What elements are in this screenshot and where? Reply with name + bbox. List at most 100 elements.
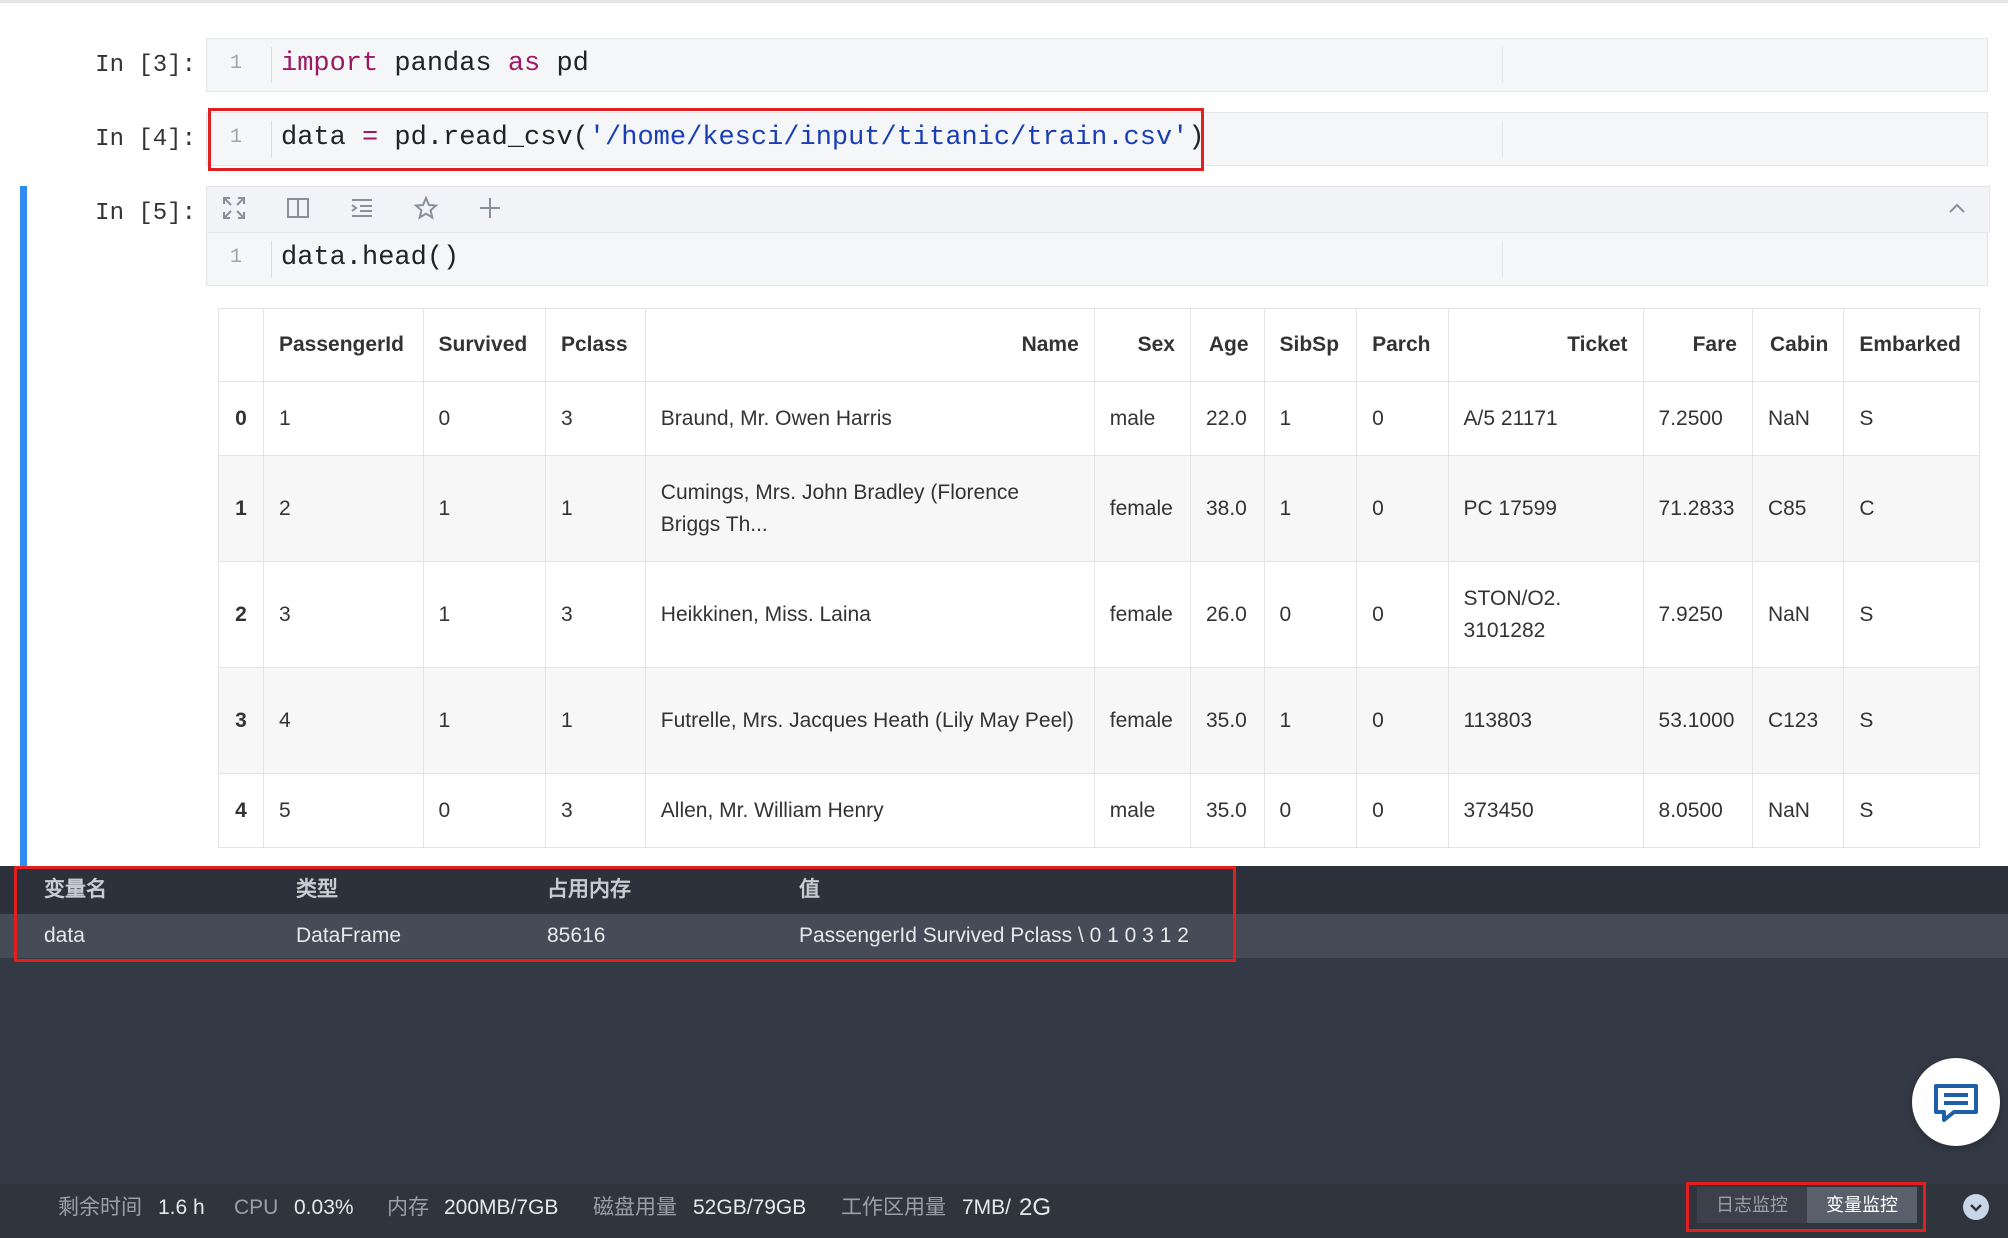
cell-toolbar — [206, 186, 1990, 233]
cell-prompt: In [5]: — [95, 200, 196, 227]
remaining-time-value: 1.6 h — [158, 1196, 205, 1219]
table-cell: 38.0 — [1189, 455, 1265, 562]
table-cell: 7.2500 — [1642, 381, 1753, 456]
column-header: Age — [1189, 308, 1265, 382]
code-module: pandas — [378, 49, 508, 79]
table-cell: 1 — [422, 667, 546, 774]
disk-value: 52GB/79GB — [693, 1196, 807, 1219]
table-cell: NaN — [1751, 381, 1845, 456]
line-number: 1 — [229, 52, 242, 75]
table-cell: 26.0 — [1189, 561, 1265, 668]
keyword-import: import — [281, 49, 379, 79]
table-cell: S — [1843, 561, 1980, 668]
table-cell: 0 — [422, 381, 546, 456]
table-cell: 3 — [263, 561, 424, 668]
table-cell: 5 — [263, 773, 424, 848]
memory-value: 200MB/7GB — [444, 1196, 559, 1219]
column-header: Cabin — [1751, 308, 1845, 382]
table-cell: 7.9250 — [1642, 561, 1753, 668]
row-index: 4 — [218, 773, 264, 848]
code-line[interactable]: import pandas as pd — [281, 49, 589, 79]
split-view-icon[interactable] — [283, 195, 313, 225]
column-header: Survived — [422, 308, 546, 382]
gutter-divider — [271, 241, 272, 277]
table-cell: 0 — [422, 773, 546, 848]
table-cell: S — [1843, 667, 1980, 774]
table-cell: 2 — [263, 455, 424, 562]
table-cell: 1 — [422, 561, 546, 668]
table-row: 0 1 0 3 Braund, Mr. Owen Harris male 22.… — [218, 381, 1980, 456]
table-cell: Cumings, Mrs. John Bradley (Florence Bri… — [644, 455, 1095, 562]
chat-button[interactable] — [1912, 1058, 2000, 1146]
table-cell: S — [1843, 773, 1980, 848]
star-icon[interactable] — [411, 195, 441, 225]
editor-ruler — [1502, 241, 1503, 277]
table-cell: PC 17599 — [1447, 455, 1644, 562]
table-cell: 1 — [422, 455, 546, 562]
highlight-monitor-tabs — [1686, 1182, 1926, 1232]
plus-icon[interactable] — [475, 195, 505, 225]
column-header: Fare — [1642, 308, 1753, 382]
table-cell: 22.0 — [1189, 381, 1265, 456]
cell-prompt: In [3]: — [95, 52, 196, 79]
table-header-row: PassengerId Survived Pclass Name Sex Age… — [218, 308, 1980, 382]
table-cell: 1 — [544, 667, 646, 774]
indent-icon[interactable] — [347, 195, 377, 225]
chevron-down-icon[interactable] — [1963, 1194, 1989, 1220]
code-editor[interactable]: 1 data.head() — [206, 232, 1988, 286]
row-index: 3 — [218, 667, 264, 774]
table-cell: 3 — [544, 773, 646, 848]
table-cell: female — [1093, 667, 1191, 774]
table-cell: NaN — [1751, 561, 1845, 668]
table-cell: Allen, Mr. William Henry — [644, 773, 1095, 848]
table-cell: 0 — [1356, 561, 1449, 668]
highlight-read-csv — [208, 108, 1204, 171]
table-cell: 373450 — [1447, 773, 1644, 848]
table-cell: 0 — [1356, 455, 1449, 562]
table-cell: STON/O2. 3101282 — [1447, 561, 1644, 668]
table-cell: 1 — [1263, 381, 1358, 456]
chat-icon — [1934, 1084, 1978, 1122]
column-header: Name — [644, 308, 1095, 382]
column-header: Parch — [1356, 308, 1449, 382]
code-cell-3[interactable]: In [3]: 1 import pandas as pd — [20, 38, 1988, 92]
row-index: 1 — [218, 455, 264, 562]
gutter-divider — [271, 47, 272, 83]
editor-ruler — [1502, 121, 1503, 157]
table-cell: 35.0 — [1189, 667, 1265, 774]
table-cell: 3 — [544, 561, 646, 668]
editor-ruler — [1502, 47, 1503, 83]
remaining-time-label: 剩余时间 — [58, 1196, 142, 1219]
column-header — [218, 308, 264, 382]
table-cell: 35.0 — [1189, 773, 1265, 848]
chevron-up-icon[interactable] — [1942, 195, 1972, 225]
table-cell: 71.2833 — [1642, 455, 1753, 562]
table-cell: 0 — [1356, 667, 1449, 774]
column-header: Ticket — [1447, 308, 1644, 382]
table-cell: male — [1093, 773, 1191, 848]
memory-label: 内存 — [387, 1196, 429, 1219]
column-header: PassengerId — [263, 308, 424, 382]
table-cell: 4 — [263, 667, 424, 774]
workspace-value: 7MB/ — [962, 1196, 1012, 1219]
table-cell: female — [1093, 455, 1191, 562]
code-editor[interactable]: 1 import pandas as pd — [206, 38, 1988, 92]
cell-prompt: In [4]: — [95, 126, 196, 153]
column-header: Pclass — [544, 308, 646, 382]
table-cell: 0 — [1356, 381, 1449, 456]
table-cell: C — [1843, 455, 1980, 562]
line-number: 1 — [229, 246, 242, 269]
code-line[interactable]: data.head() — [281, 243, 459, 273]
table-cell: NaN — [1751, 773, 1845, 848]
table-cell: C123 — [1751, 667, 1845, 774]
table-cell: male — [1093, 381, 1191, 456]
table-cell: 1 — [544, 455, 646, 562]
table-cell: 1 — [1263, 667, 1358, 774]
keyword-as: as — [507, 49, 541, 79]
table-cell: 0 — [1356, 773, 1449, 848]
table-cell: 0 — [1263, 561, 1358, 668]
table-cell: 0 — [1263, 773, 1358, 848]
expand-icon[interactable] — [219, 195, 249, 225]
table-cell: A/5 21171 — [1447, 381, 1644, 456]
workspace-label: 工作区用量 — [841, 1196, 946, 1219]
